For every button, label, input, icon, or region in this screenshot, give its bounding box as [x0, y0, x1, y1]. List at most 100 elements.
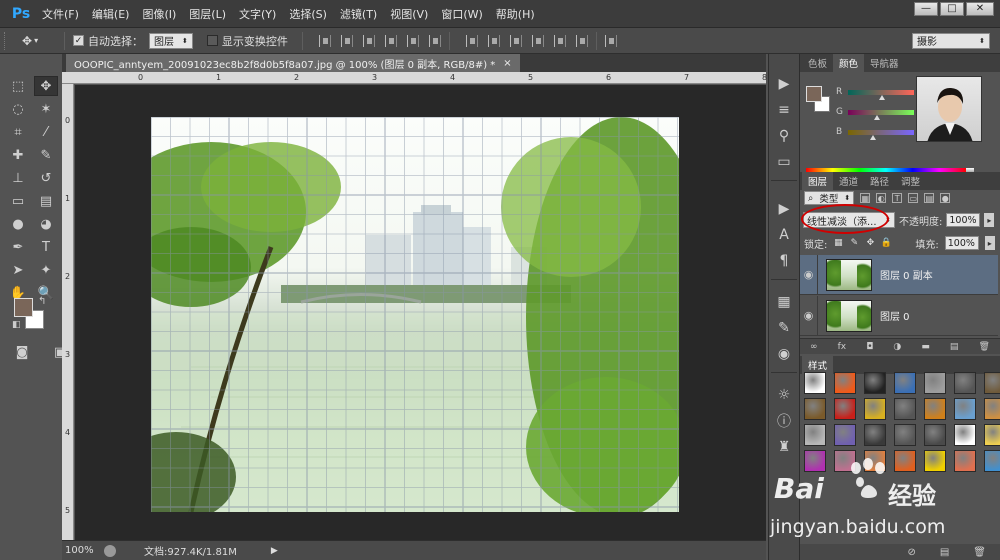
green-slider[interactable]: G — [836, 107, 916, 120]
layer-name[interactable]: 图层 0 — [880, 308, 910, 323]
maximize-button[interactable]: □ — [940, 2, 964, 16]
fill-input[interactable]: 100% — [944, 236, 979, 250]
style-swatch[interactable] — [924, 398, 946, 420]
swap-colors-icon[interactable]: ↰ — [38, 296, 46, 307]
filter-toggle-icon[interactable]: ● — [940, 193, 951, 203]
lock-all-icon[interactable]: 🔒 — [881, 238, 892, 248]
new-adjustment-layer-icon[interactable]: ◑ — [893, 342, 901, 352]
distribute-top-icon[interactable] — [465, 34, 478, 47]
delete-style-icon[interactable]: 🗑 — [973, 547, 986, 558]
clone-stamp-icon[interactable]: ⊥ — [6, 168, 30, 188]
layer-thumbnail[interactable] — [826, 258, 872, 291]
filter-adjustment-icon[interactable]: ◐ — [876, 193, 887, 203]
crop-icon[interactable]: ⌗ — [6, 122, 30, 142]
style-swatch[interactable] — [954, 398, 976, 420]
style-swatch[interactable] — [834, 424, 856, 446]
opacity-input[interactable]: 100% — [946, 213, 981, 227]
lasso-icon[interactable]: ◌ — [6, 99, 30, 119]
distribute-bottom-icon[interactable] — [509, 34, 522, 47]
history-brush-icon[interactable]: ↺ — [34, 168, 58, 188]
opacity-slider-arrow-icon[interactable]: ▸ — [984, 213, 995, 227]
document-image[interactable] — [151, 117, 679, 512]
style-swatch[interactable] — [864, 450, 886, 472]
close-button[interactable]: ✕ — [966, 2, 994, 16]
menu-layer[interactable]: 图层(L) — [189, 6, 226, 22]
align-right-icon[interactable] — [428, 34, 441, 47]
menu-filter[interactable]: 滤镜(T) — [340, 6, 377, 22]
new-group-icon[interactable]: ▬ — [921, 342, 930, 352]
distribute-hcenter-icon[interactable] — [553, 34, 566, 47]
paragraph-icon[interactable]: ¶ — [773, 251, 795, 271]
status-menu-arrow-icon[interactable]: ▶ — [271, 546, 278, 556]
blend-mode-dropdown[interactable]: 线性减淡（添... ⬍ — [803, 212, 895, 228]
red-slider-handle[interactable] — [879, 95, 885, 100]
add-mask-icon[interactable]: ◘ — [866, 342, 873, 352]
distribute-vcenter-icon[interactable] — [487, 34, 500, 47]
style-swatch[interactable] — [804, 398, 826, 420]
style-swatch[interactable] — [804, 450, 826, 472]
layer-row[interactable]: ◉ 图层 0 — [800, 295, 998, 336]
style-swatch[interactable] — [834, 398, 856, 420]
history-icon[interactable]: ≡ — [773, 100, 795, 120]
visibility-eye-icon[interactable]: ◉ — [800, 254, 818, 295]
document-tab[interactable]: OOOPIC_anntyem_20091023ec8b2f8d0b5f8a07.… — [66, 54, 520, 72]
green-slider-handle[interactable] — [874, 115, 880, 120]
visibility-eye-icon[interactable]: ◉ — [800, 295, 818, 336]
filter-type-icon[interactable]: T — [892, 193, 903, 203]
dodge-icon[interactable]: ◕ — [34, 214, 58, 234]
info-icon[interactable]: ▦ — [773, 292, 795, 312]
style-swatch[interactable] — [984, 450, 1000, 472]
style-swatch[interactable] — [804, 372, 826, 394]
adjustments-icon[interactable]: ☼ — [773, 385, 795, 405]
tab-color[interactable]: 颜色 — [833, 54, 865, 72]
quick-mask-icon[interactable]: ◙ — [10, 342, 34, 362]
blur-icon[interactable]: ● — [6, 214, 30, 234]
blue-slider-handle[interactable] — [870, 135, 876, 140]
style-swatch[interactable] — [864, 424, 886, 446]
style-swatch[interactable] — [804, 424, 826, 446]
blue-slider[interactable]: B — [836, 127, 916, 140]
distribute-right-icon[interactable] — [575, 34, 588, 47]
style-swatch[interactable] — [834, 372, 856, 394]
style-swatch[interactable] — [984, 398, 1000, 420]
minimize-button[interactable]: — — [914, 2, 938, 16]
style-swatch[interactable] — [954, 450, 976, 472]
link-layers-icon[interactable]: ∞ — [810, 342, 818, 352]
options-grip[interactable] — [4, 31, 8, 50]
align-bottom-icon[interactable] — [362, 34, 375, 47]
character-icon[interactable]: A — [773, 225, 795, 245]
eyedropper-icon[interactable]: ⁄ — [34, 122, 58, 142]
tool-presets-icon[interactable]: ▭ — [773, 152, 795, 172]
info-circle-icon[interactable]: ⓘ — [773, 411, 795, 431]
healing-brush-icon[interactable]: ✚ — [6, 145, 30, 165]
style-swatch[interactable] — [894, 450, 916, 472]
menu-type[interactable]: 文字(Y) — [239, 6, 276, 22]
layer-style-icon[interactable]: fx — [838, 342, 847, 352]
style-swatch[interactable] — [834, 450, 856, 472]
horizontal-ruler[interactable]: 0 1 2 3 4 5 6 7 8 — [62, 72, 767, 84]
shape-icon[interactable]: ✦ — [34, 260, 58, 280]
layer-row[interactable]: ◉ 图层 0 副本 — [800, 254, 998, 295]
style-swatch[interactable] — [924, 424, 946, 446]
style-swatch[interactable] — [984, 424, 1000, 446]
styles-icon[interactable]: ♜ — [773, 437, 795, 457]
style-swatch[interactable] — [924, 450, 946, 472]
move-icon[interactable]: ✥ — [34, 76, 58, 96]
menu-select[interactable]: 选择(S) — [289, 6, 327, 22]
fill-slider-arrow-icon[interactable]: ▸ — [984, 236, 995, 250]
foreground-color-swatch[interactable] — [806, 86, 822, 102]
vertical-ruler[interactable]: 0 1 2 3 4 5 — [62, 84, 74, 540]
red-slider[interactable]: R — [836, 87, 916, 100]
path-selection-icon[interactable]: ➤ — [6, 260, 30, 280]
align-top-icon[interactable] — [318, 34, 331, 47]
play-action-icon[interactable]: ▶ — [773, 74, 795, 94]
style-swatch[interactable] — [864, 398, 886, 420]
filter-pixel-icon[interactable]: ▦ — [860, 193, 871, 203]
workspace-switcher[interactable]: 摄影 ⬍ — [912, 32, 990, 49]
ku-plugin-icon[interactable]: ◉ — [773, 344, 795, 364]
pen-icon[interactable]: ✒ — [6, 237, 30, 257]
style-swatch[interactable] — [984, 372, 1000, 394]
close-tab-icon[interactable]: × — [503, 58, 511, 69]
show-transform-checkbox[interactable] — [206, 35, 218, 46]
type-icon[interactable]: T — [34, 237, 58, 257]
